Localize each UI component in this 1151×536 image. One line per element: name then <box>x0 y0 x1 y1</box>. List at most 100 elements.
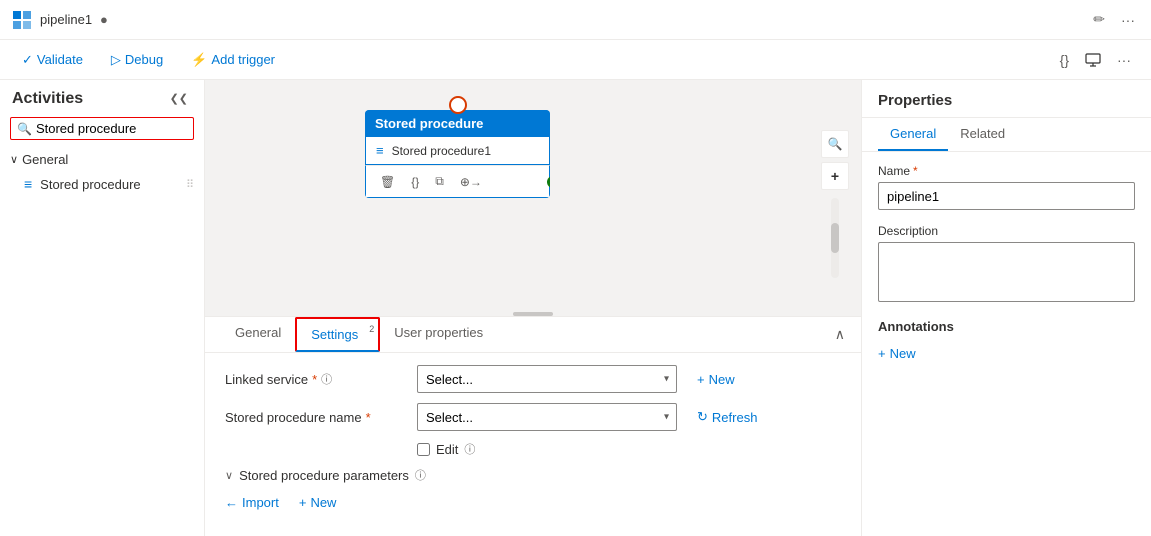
node-delete-btn[interactable]: 🗑 <box>376 171 399 193</box>
toolbar-more-btn[interactable]: ··· <box>1113 48 1135 72</box>
node-title: Stored procedure <box>375 116 483 131</box>
panel-collapse-btn[interactable]: ∧ <box>835 326 845 343</box>
linked-service-info-icon[interactable]: ⓘ <box>321 371 332 387</box>
main-layout: Activities ❮❮ 🔍 ∨ General ≡ Stored proce… <box>0 80 1151 536</box>
chevron-down-icon: ∨ <box>10 153 18 166</box>
node-right-connector <box>547 176 550 188</box>
section-chevron-icon: ∨ <box>225 469 233 482</box>
tab-settings[interactable]: Settings 2 <box>295 317 380 352</box>
description-field: Description <box>878 224 1135 305</box>
node-body-label: Stored procedure1 <box>392 144 491 158</box>
name-field-label: Name * <box>878 164 1135 178</box>
node-arrow-btn[interactable]: ⊕→ <box>456 171 486 193</box>
sidebar-collapse-icon[interactable]: ❮❮ <box>166 88 192 109</box>
activity-item-label: Stored procedure <box>40 177 140 192</box>
sp-name-label: Stored procedure name * <box>225 410 405 425</box>
add-trigger-button[interactable]: ⚡ Add trigger <box>185 48 281 72</box>
node-card: Stored procedure ≡ Stored procedure1 🗑 {… <box>365 110 550 198</box>
unsaved-dot: ● <box>100 12 108 27</box>
props-tab-general[interactable]: General <box>878 118 948 151</box>
debug-play-icon: ▷ <box>111 52 121 68</box>
scroll-thumb <box>831 223 839 253</box>
debug-button[interactable]: ▷ Debug <box>105 48 169 72</box>
validate-check-icon: ✓ <box>22 52 33 68</box>
sp-name-row: Stored procedure name * Select... ▾ ↻ Re… <box>225 403 841 431</box>
node-body-icon: ≡ <box>376 143 384 158</box>
description-field-label: Description <box>878 224 1135 238</box>
top-bar-right: ✏ ··· <box>1089 7 1139 32</box>
tab-settings-badge: 2 <box>369 324 374 334</box>
edit-icon-btn[interactable]: ✏ <box>1089 7 1109 32</box>
tab-general[interactable]: General <box>221 317 295 352</box>
annotation-new-button[interactable]: + New <box>878 342 924 365</box>
scroll-track <box>831 198 839 278</box>
search-icon: 🔍 <box>17 122 32 136</box>
linked-service-row: Linked service * ⓘ Select... ▾ + New <box>225 365 841 393</box>
canvas-scroll-tools: 🔍 + <box>821 130 849 278</box>
bottom-content: Linked service * ⓘ Select... ▾ + New <box>205 353 861 526</box>
tab-settings-label: Settings <box>311 327 358 342</box>
new-param-button[interactable]: + New <box>291 491 345 514</box>
annotations-label: Annotations <box>878 319 1135 334</box>
linked-service-label: Linked service * ⓘ <box>225 371 405 387</box>
top-bar: pipeline1 ● ✏ ··· <box>0 0 1151 40</box>
bottom-panel: General Settings 2 User properties ∧ Lin… <box>205 316 861 536</box>
refresh-btn[interactable]: ↻ Refresh <box>689 405 765 429</box>
node-copy-btn[interactable]: ⧉ <box>431 170 448 193</box>
properties-tabs: General Related <box>862 118 1151 152</box>
add-trigger-label: Add trigger <box>211 52 275 67</box>
sp-name-select[interactable]: Select... <box>417 403 677 431</box>
sidebar-group-general[interactable]: ∨ General <box>0 148 204 171</box>
properties-header: Properties <box>862 80 1151 118</box>
monitor-button[interactable] <box>1081 48 1105 72</box>
description-textarea[interactable] <box>878 242 1135 302</box>
linked-service-select-wrapper: Select... ▾ <box>417 365 677 393</box>
sp-params-info-icon[interactable]: ⓘ <box>415 467 426 483</box>
name-input[interactable] <box>878 182 1135 210</box>
refresh-icon: ↻ <box>697 409 708 425</box>
tab-user-properties[interactable]: User properties <box>380 317 497 352</box>
edit-info-icon[interactable]: ⓘ <box>464 441 475 457</box>
sidebar-header-icons: ❮❮ <box>166 88 192 109</box>
properties-panel: Properties General Related Name * Descri… <box>861 80 1151 536</box>
annotations-field: Annotations + New <box>878 319 1135 365</box>
panel-resize-handle[interactable] <box>513 312 553 316</box>
center-area: Stored procedure ≡ Stored procedure1 🗑 {… <box>205 80 861 536</box>
code-view-button[interactable]: {} <box>1056 48 1073 72</box>
node-top-connector <box>449 96 467 114</box>
sidebar-header: Activities ❮❮ <box>0 80 204 113</box>
params-action-row: ← Import + New <box>225 491 841 514</box>
search-input[interactable] <box>36 121 187 136</box>
edit-label[interactable]: Edit <box>436 442 458 457</box>
sp-params-section: ∨ Stored procedure parameters ⓘ <box>225 467 841 483</box>
node-body: ≡ Stored procedure1 <box>365 137 550 165</box>
linked-service-new-btn[interactable]: + New <box>689 368 743 391</box>
zoom-search-btn[interactable]: 🔍 <box>821 130 849 158</box>
toolbar-right: {} ··· <box>1056 48 1135 72</box>
activity-node[interactable]: Stored procedure ≡ Stored procedure1 🗑 {… <box>365 110 550 198</box>
drag-handle-icon: ⠿ <box>186 178 194 191</box>
import-button[interactable]: ← Import <box>225 495 279 510</box>
group-label-text: General <box>22 152 68 167</box>
props-tab-related[interactable]: Related <box>948 118 1017 151</box>
list-item[interactable]: ≡ Stored procedure ⠿ <box>0 171 204 197</box>
zoom-plus-btn[interactable]: + <box>821 162 849 190</box>
import-arrow-icon: ← <box>225 495 238 510</box>
linked-service-select[interactable]: Select... <box>417 365 677 393</box>
edit-checkbox[interactable] <box>417 443 430 456</box>
plus-icon: + <box>697 372 705 387</box>
debug-label: Debug <box>125 52 163 67</box>
top-bar-left: pipeline1 ● <box>12 10 108 30</box>
search-box[interactable]: 🔍 <box>10 117 194 140</box>
sp-name-select-wrapper: Select... ▾ <box>417 403 677 431</box>
sidebar-title: Activities <box>12 90 83 108</box>
pipeline-title: pipeline1 <box>40 12 92 27</box>
bottom-tabs: General Settings 2 User properties ∧ <box>205 317 861 353</box>
canvas[interactable]: Stored procedure ≡ Stored procedure1 🗑 {… <box>205 80 861 316</box>
validate-button[interactable]: ✓ Validate <box>16 48 89 72</box>
plus-icon: + <box>878 346 886 361</box>
node-code-btn[interactable]: {} <box>407 171 423 193</box>
more-options-btn[interactable]: ··· <box>1117 8 1139 32</box>
edit-checkbox-row: Edit ⓘ <box>417 441 841 457</box>
node-footer: 🗑 {} ⧉ ⊕→ <box>365 165 550 198</box>
